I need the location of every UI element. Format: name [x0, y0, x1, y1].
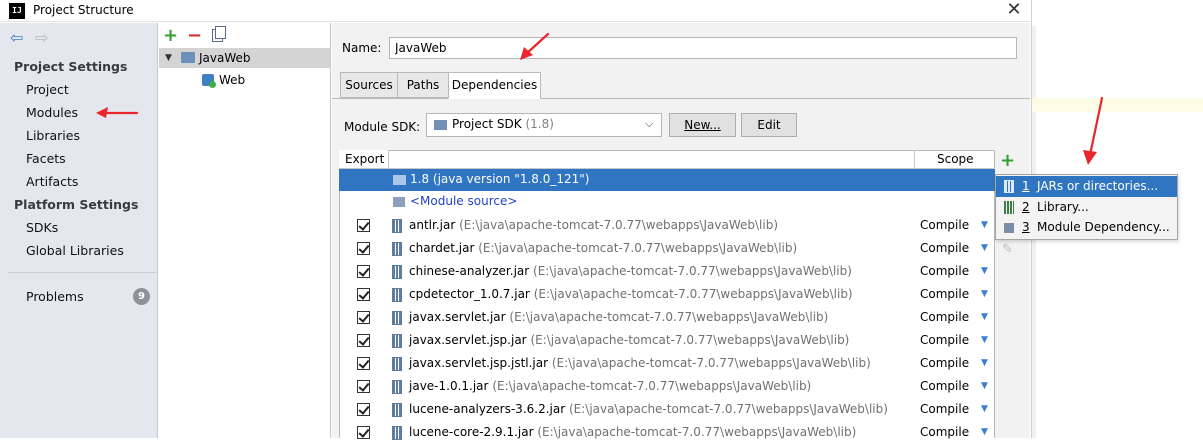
annotation-arrow-name-shaft — [524, 32, 550, 56]
annotation-arrow-modules-head — [96, 107, 108, 118]
annotation-arrow-popup-head — [1083, 150, 1097, 165]
annotation-arrows — [96, 32, 1104, 165]
annotation-arrow-popup-shaft — [1088, 96, 1104, 157]
